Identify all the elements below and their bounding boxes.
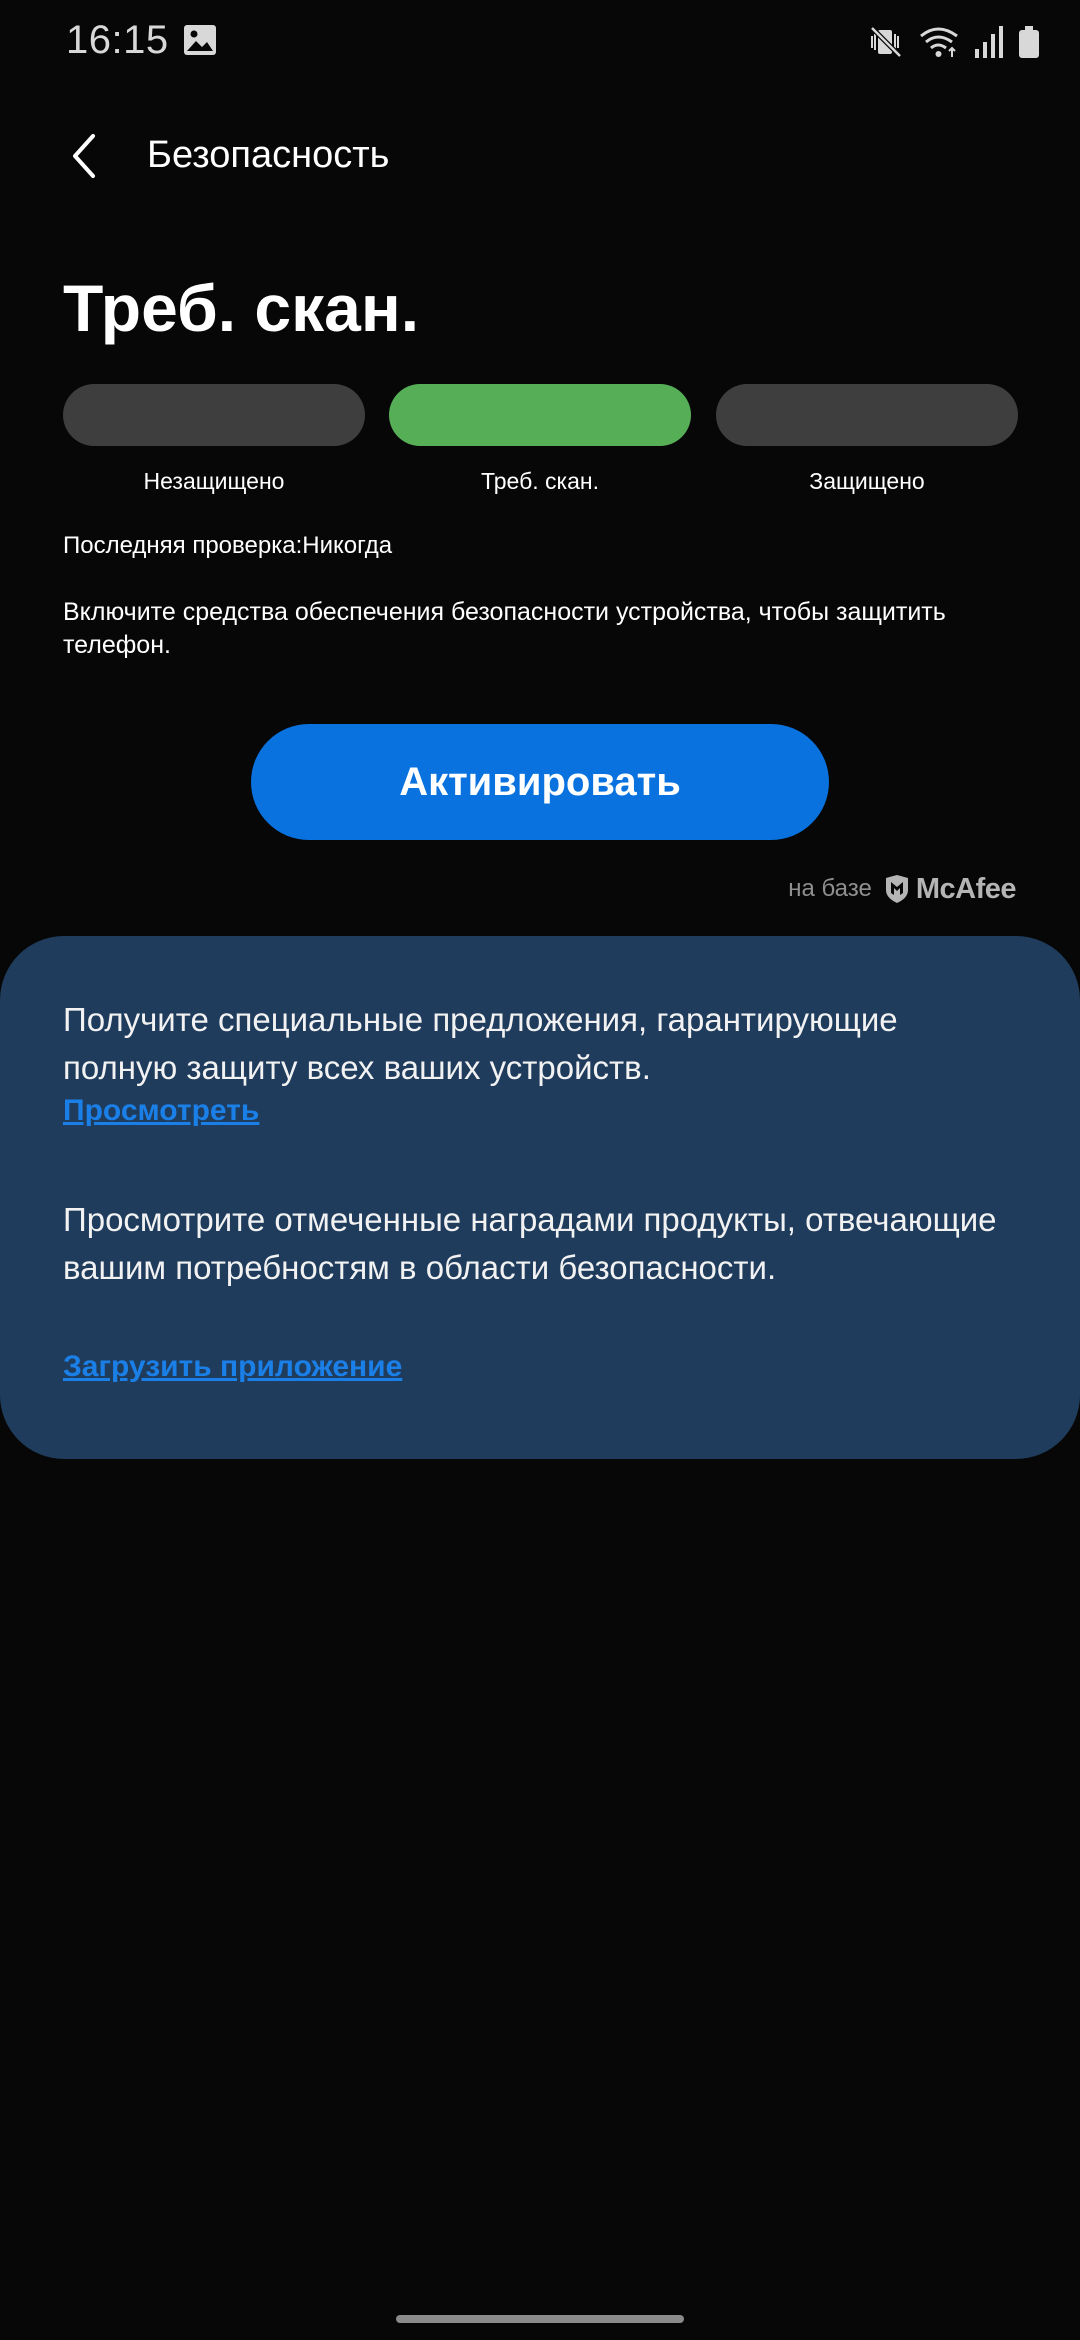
download-app-link[interactable]: Загрузить приложение <box>63 1350 402 1384</box>
level-pill-protected <box>716 384 1018 446</box>
gallery-icon <box>183 24 217 56</box>
security-description: Включите средства обеспечения безопаснос… <box>63 598 946 659</box>
level-label-unprotected: Незащищено <box>143 468 285 494</box>
gesture-nav-handle[interactable] <box>396 2315 684 2323</box>
battery-icon <box>1018 25 1040 59</box>
mcafee-shield-icon <box>885 875 908 903</box>
signal-icon <box>974 25 1004 59</box>
last-check-text: Последняя проверка:Никогда <box>63 532 393 559</box>
mcafee-brand-text: McAfee <box>915 872 1017 905</box>
powered-by-label: на базе <box>788 875 872 902</box>
status-icons <box>868 22 1040 62</box>
view-offers-link[interactable]: Просмотреть <box>63 1094 259 1128</box>
level-label-protected: Защищено <box>809 468 925 494</box>
offer-text-special-offers: Получите специальные предложения, гарант… <box>63 1001 898 1086</box>
level-pill-unprotected <box>63 384 365 446</box>
status-bar: 16:15 <box>0 0 1080 84</box>
app-header: Безопасность <box>0 120 1080 194</box>
level-pill-scan-required <box>389 384 691 446</box>
offers-card: Получите специальные предложения, гарант… <box>0 936 1080 1459</box>
security-level-indicator <box>63 384 1018 446</box>
security-status-title: Треб. скан. <box>63 271 420 345</box>
back-button[interactable] <box>54 126 114 186</box>
page-title: Безопасность <box>147 134 390 176</box>
activate-button[interactable]: Активировать <box>251 724 829 840</box>
wifi-icon <box>918 24 960 60</box>
status-time: 16:15 <box>66 18 169 62</box>
mute-vibrate-icon <box>868 24 904 60</box>
chevron-left-icon <box>73 134 95 178</box>
level-label-scan-required: Треб. скан. <box>481 468 599 494</box>
mcafee-logo: McAfee <box>884 872 1017 906</box>
powered-by: на базе McAfee <box>788 872 1016 906</box>
offer-text-award-products: Просмотрите отмеченные наградами продукт… <box>63 1201 997 1286</box>
